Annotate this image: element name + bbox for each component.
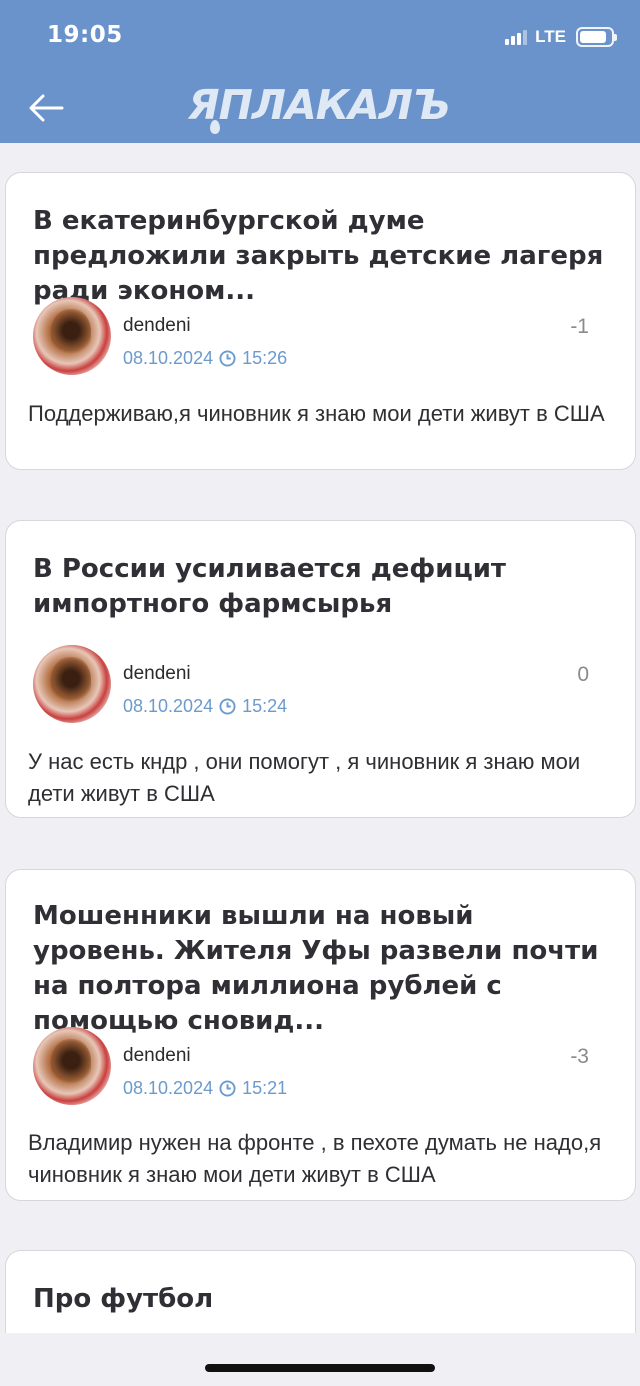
author-name[interactable]: dendeni	[123, 1045, 191, 1067]
comment-card[interactable]: Мошенники вышли на новый уровень. Жителя…	[5, 869, 636, 1201]
signal-icon	[505, 29, 528, 45]
clock-icon	[219, 350, 236, 367]
back-button[interactable]	[26, 88, 66, 128]
logo-text: ЯПЛАКАЛЪ	[188, 81, 450, 129]
battery-icon	[576, 27, 617, 47]
home-indicator[interactable]	[205, 1364, 435, 1372]
comment-text: Владимир нужен на фронте , в пехоте дума…	[28, 1130, 602, 1187]
post-time: 15:21	[242, 1078, 288, 1098]
comment-card[interactable]: В екатеринбургской думе предложили закры…	[5, 172, 636, 470]
avatar[interactable]	[33, 1027, 111, 1105]
author-name[interactable]: dendeni	[123, 315, 191, 337]
comment-rating: 0	[577, 663, 589, 686]
comment-text: Поддерживаю,я чиновник я знаю мои дети ж…	[28, 401, 605, 426]
comment-text: У нас есть кндр , они помогут , я чиновн…	[28, 749, 581, 806]
post-time: 15:24	[242, 696, 288, 716]
post-title[interactable]: Про футбол	[33, 1282, 613, 1317]
site-logo[interactable]: ЯПЛАКАЛЪ	[188, 80, 450, 134]
comment-rating: -3	[570, 1045, 589, 1068]
clock-icon	[219, 1080, 236, 1097]
post-datetime: 08.10.2024 15:21	[123, 1078, 287, 1099]
avatar[interactable]	[33, 645, 111, 723]
status-time: 19:05	[47, 22, 123, 48]
author-name[interactable]: dendeni	[123, 663, 191, 685]
drop-icon	[210, 120, 220, 134]
comments-feed[interactable]: В екатеринбургской думе предложили закры…	[0, 143, 640, 1333]
post-date: 08.10.2024	[123, 696, 214, 716]
comment-card[interactable]: В России усиливается дефицит импортного …	[5, 520, 636, 818]
status-indicators: LTE	[505, 27, 617, 47]
network-label: LTE	[535, 27, 566, 46]
post-date: 08.10.2024	[123, 348, 214, 368]
avatar[interactable]	[33, 297, 111, 375]
clock-icon	[219, 698, 236, 715]
post-datetime: 08.10.2024 15:24	[123, 696, 287, 717]
app-header: 19:05 LTE ЯПЛАКАЛЪ	[0, 0, 640, 143]
arrow-left-icon	[29, 94, 64, 122]
post-time: 15:26	[242, 348, 288, 368]
comment-card[interactable]: Про футбол	[5, 1250, 636, 1333]
post-datetime: 08.10.2024 15:26	[123, 348, 287, 369]
post-title[interactable]: Мошенники вышли на новый уровень. Жителя…	[33, 899, 613, 1039]
post-date: 08.10.2024	[123, 1078, 214, 1098]
post-title[interactable]: В России усиливается дефицит импортного …	[33, 552, 613, 622]
post-title[interactable]: В екатеринбургской думе предложили закры…	[33, 204, 613, 309]
comment-rating: -1	[570, 315, 589, 338]
